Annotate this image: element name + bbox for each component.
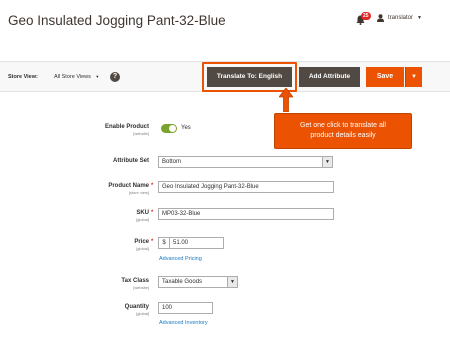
sku-label-text: SKU bbox=[136, 210, 149, 216]
attribute-set-label: Attribute Set bbox=[113, 158, 149, 164]
help-icon[interactable]: ? bbox=[110, 72, 120, 82]
required-marker: * bbox=[151, 239, 154, 245]
caret-down-icon: ▼ bbox=[417, 15, 422, 21]
save-options-toggle[interactable]: ▼ bbox=[405, 67, 422, 87]
page-title: Geo Insulated Jogging Pant-32-Blue bbox=[8, 13, 226, 28]
quantity-label: Quantity [global] bbox=[49, 304, 149, 316]
required-marker: * bbox=[151, 183, 154, 189]
price-input[interactable]: 51.00 bbox=[169, 237, 224, 249]
translate-button[interactable]: Translate To: English bbox=[207, 67, 292, 87]
sku-input[interactable]: MP03-32-Blue bbox=[158, 208, 334, 220]
add-attribute-button[interactable]: Add Attribute bbox=[299, 67, 360, 87]
tax-class-label: Tax Class [website] bbox=[49, 278, 149, 290]
attribute-set-chevron-icon[interactable]: ▼ bbox=[322, 156, 333, 168]
enable-product-value: Yes bbox=[181, 125, 191, 131]
required-marker: * bbox=[151, 210, 154, 216]
user-icon bbox=[377, 14, 384, 22]
sku-scope: [global] bbox=[136, 217, 149, 222]
price-label: Price [global] bbox=[49, 239, 149, 251]
enable-product-label-text: Enable Product bbox=[104, 124, 149, 130]
product-name-input[interactable]: Geo Insulated Jogging Pant-32-Blue bbox=[158, 181, 334, 193]
translate-callout: Get one click to translate all product d… bbox=[274, 113, 412, 149]
notification-count-badge: 25 bbox=[361, 12, 371, 20]
quantity-label-text: Quantity bbox=[124, 304, 149, 310]
user-name: translator bbox=[388, 15, 414, 21]
tax-class-scope: [website] bbox=[133, 285, 149, 290]
sku-label: SKU [global] bbox=[49, 210, 149, 222]
store-view-label: Store View: bbox=[8, 74, 38, 80]
user-menu[interactable]: translator ▼ bbox=[377, 14, 422, 22]
callout-line-1: Get one click to translate all bbox=[300, 122, 386, 129]
enable-product-scope: [website] bbox=[133, 131, 149, 136]
currency-symbol: $ bbox=[158, 237, 169, 249]
store-view-value: All Store Views bbox=[54, 74, 91, 80]
price-label-text: Price bbox=[134, 239, 149, 245]
chevron-down-icon: ▼ bbox=[95, 74, 100, 79]
tax-class-chevron-icon[interactable]: ▼ bbox=[227, 276, 238, 288]
enable-product-label: Enable Product [website] bbox=[49, 124, 149, 136]
toggle-knob bbox=[169, 125, 176, 132]
callout-arrow-icon bbox=[279, 88, 293, 112]
quantity-scope: [global] bbox=[136, 311, 149, 316]
price-scope: [global] bbox=[136, 246, 149, 251]
product-name-label: Product Name [store view] bbox=[49, 183, 149, 195]
attribute-set-select[interactable]: Bottom bbox=[158, 156, 323, 168]
advanced-inventory-link[interactable]: Advanced Inventory bbox=[159, 320, 208, 326]
save-button[interactable]: Save bbox=[366, 67, 404, 87]
tax-class-select[interactable]: Taxable Goods bbox=[158, 276, 228, 288]
product-name-scope: [store view] bbox=[128, 190, 149, 195]
product-name-label-text: Product Name bbox=[108, 183, 149, 189]
enable-product-toggle[interactable] bbox=[161, 124, 177, 133]
callout-line-2: product details easily bbox=[310, 132, 376, 139]
quantity-input[interactable]: 100 bbox=[158, 302, 213, 314]
store-view-switcher[interactable]: All Store Views ▼ bbox=[54, 74, 99, 80]
advanced-pricing-link[interactable]: Advanced Pricing bbox=[159, 256, 202, 262]
tax-class-label-text: Tax Class bbox=[121, 278, 149, 284]
